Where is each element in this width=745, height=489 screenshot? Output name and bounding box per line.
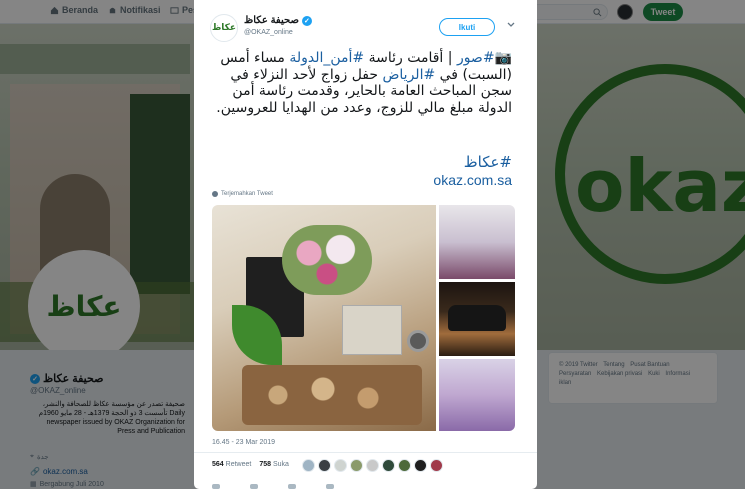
liker-avatar[interactable] (398, 459, 411, 472)
hashtag-link[interactable]: #صور (457, 50, 495, 66)
liker-avatar[interactable] (318, 459, 331, 472)
photo-flowers (282, 225, 372, 295)
tweet-actions (212, 484, 334, 489)
hashtag-link[interactable]: #أمن_الدولة (289, 50, 364, 66)
translate-label: Terjemahkan Tweet (221, 191, 273, 197)
follow-button[interactable]: Ikuti (439, 18, 495, 36)
retweet-label: Retweet (225, 461, 252, 468)
reply-icon[interactable] (212, 484, 220, 489)
liker-avatar[interactable] (382, 459, 395, 472)
like-stat[interactable]: 758 Suka (259, 461, 289, 468)
tweet-media-grid (212, 205, 515, 431)
tweet-text-segment: | أقامت رئاسة (364, 50, 457, 66)
like-label: Suka (272, 461, 289, 468)
camera-emoji: 📷 (494, 50, 512, 66)
tweet-timestamp[interactable]: 16.45 - 23 Mar 2019 (212, 439, 275, 446)
liker-avatars (302, 459, 443, 472)
tweet-stats: 564 Retweet 758 Suka (212, 461, 289, 468)
media-photo-hall[interactable] (439, 359, 515, 431)
liker-avatar[interactable] (334, 459, 347, 472)
liker-avatar[interactable] (430, 459, 443, 472)
retweet-icon[interactable] (250, 484, 258, 489)
chevron-down-icon[interactable] (506, 20, 516, 30)
liker-avatar[interactable] (366, 459, 379, 472)
liker-avatar[interactable] (414, 459, 427, 472)
tweet-author-name-text: صحيفة عكاظ (244, 15, 299, 26)
okaz-avatar-logo: عكاظ (211, 23, 237, 33)
photo-watch (407, 330, 429, 352)
like-count: 758 (259, 461, 272, 468)
tweet-url-link[interactable]: okaz.com.sa (210, 172, 512, 188)
divider (194, 452, 537, 453)
hashtag-link[interactable]: #عكاظ (210, 153, 512, 171)
retweet-stat[interactable]: 564 Retweet (212, 461, 251, 468)
media-photo-stage[interactable] (439, 205, 515, 279)
liker-avatar[interactable] (302, 459, 315, 472)
tweet-author-name[interactable]: صحيفة عكاظ ✓ (244, 15, 312, 26)
photo-wood-tray (242, 365, 422, 425)
photo-car (448, 305, 506, 331)
tweet-author-handle: @OKAZ_online (244, 29, 293, 36)
globe-icon (212, 191, 218, 197)
like-icon[interactable] (288, 484, 296, 489)
translate-tweet-link[interactable]: Terjemahkan Tweet (212, 191, 273, 197)
photo-white-box (342, 305, 402, 355)
hashtag-link[interactable]: #الرياض (382, 67, 435, 83)
tweet-text: 📷#صور | أقامت رئاسة #أمن_الدولة مساء أمس… (210, 50, 512, 116)
verified-badge-icon: ✓ (301, 15, 312, 26)
tweet-modal: عكاظ صحيفة عكاظ ✓ @OKAZ_online Ikuti 📷#ص… (194, 0, 537, 489)
liker-avatar[interactable] (350, 459, 363, 472)
tweet-author-avatar[interactable]: عكاظ (210, 14, 238, 42)
retweet-count: 564 (212, 461, 224, 468)
message-icon[interactable] (326, 484, 334, 489)
